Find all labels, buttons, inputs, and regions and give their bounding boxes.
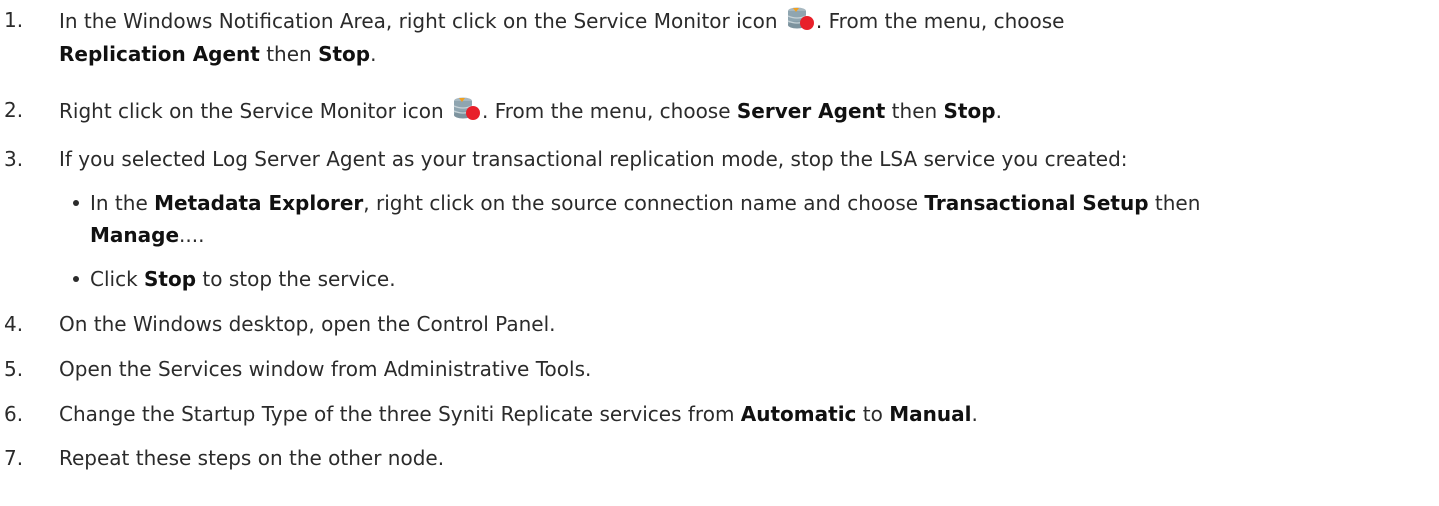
step-number: 1. <box>4 8 24 32</box>
menu-item-stop: Stop <box>943 99 996 123</box>
step-number: 3. <box>4 147 24 171</box>
step-text: Open the Services window from Administra… <box>59 357 592 381</box>
step-number: 4. <box>4 312 24 336</box>
menu-item-server-agent: Server Agent <box>736 99 886 123</box>
metadata-explorer-label: Metadata Explorer <box>154 191 364 215</box>
bullet-click-stop: Click Stop to stop the service. <box>90 267 396 291</box>
manual-label: Manual <box>889 402 972 426</box>
service-monitor-icon <box>452 96 482 122</box>
step-text: Repeat these steps on the other node. <box>59 446 445 470</box>
bullet-dot <box>73 200 79 206</box>
menu-item-stop: Stop <box>318 42 371 66</box>
bullet-metadata-explorer-continued: Manage.... <box>90 223 205 247</box>
bullet-metadata-explorer: In the Metadata Explorer, right click on… <box>90 191 1201 215</box>
automatic-label: Automatic <box>740 402 857 426</box>
menu-item-replication-agent: Replication Agent <box>59 42 260 66</box>
step-text: In the Windows Notification Area, right … <box>59 9 784 33</box>
step-text: If you selected Log Server Agent as your… <box>59 147 1128 171</box>
step-number: 7. <box>4 446 24 470</box>
stop-button-label: Stop <box>144 267 197 291</box>
step-number: 2. <box>4 98 24 122</box>
manage-label: Manage <box>90 223 180 247</box>
service-monitor-icon <box>786 6 816 32</box>
step-number: 6. <box>4 402 24 426</box>
transactional-setup-label: Transactional Setup <box>924 191 1149 215</box>
step-text: On the Windows desktop, open the Control… <box>59 312 556 336</box>
bullet-dot <box>73 276 79 282</box>
document-page: 1. In the Windows Notification Area, rig… <box>4 6 1201 470</box>
step-number: 5. <box>4 357 24 381</box>
